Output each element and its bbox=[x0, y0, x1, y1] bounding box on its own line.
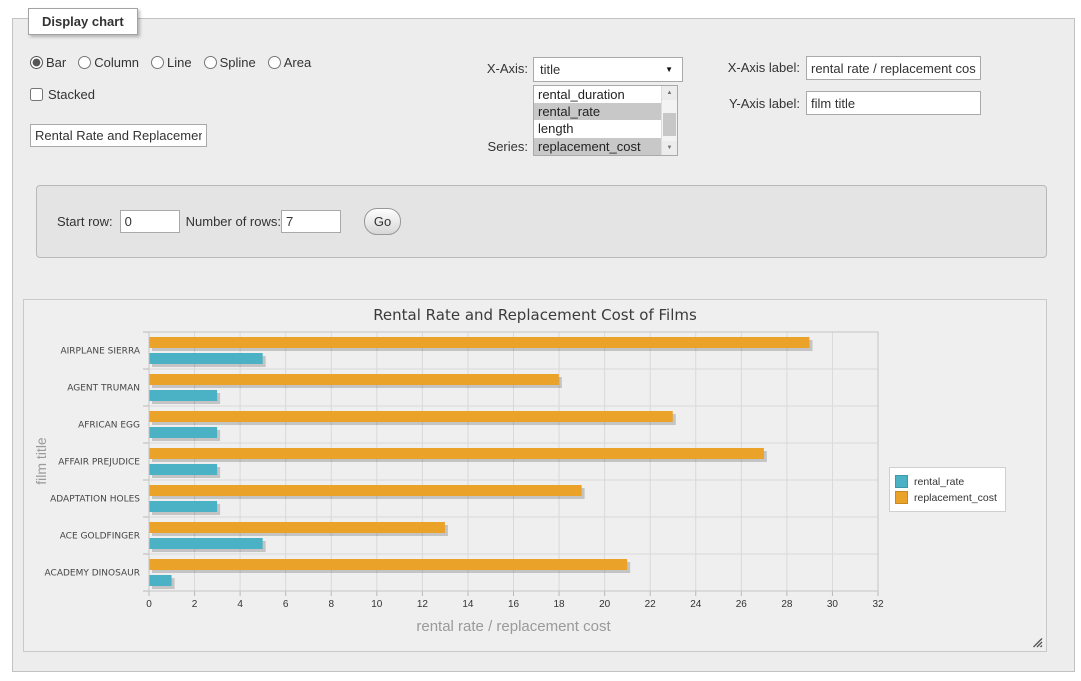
y-category-label: AFRICAN EGG bbox=[78, 421, 140, 431]
series-option-rental_rate[interactable]: rental_rate bbox=[534, 103, 661, 120]
x-tick-label: 32 bbox=[872, 599, 884, 610]
x-tick-label: 16 bbox=[508, 599, 520, 610]
chart-bar-rental_rate bbox=[149, 575, 172, 586]
series-multiselect[interactable]: rental_durationrental_ratelengthreplacem… bbox=[533, 85, 678, 156]
chart-y-axis-title: film title bbox=[33, 437, 49, 484]
legend-label: replacement_cost bbox=[914, 492, 997, 504]
chart-type-option-spline[interactable]: Spline bbox=[204, 55, 256, 70]
chart-bar-rental_rate bbox=[149, 464, 217, 475]
y-category-label: ACADEMY DINOSAUR bbox=[45, 569, 140, 579]
page: Display chart Bar Column Line Spline Area St… bbox=[0, 0, 1081, 681]
chart-type-radio-group: Bar Column Line Spline Area bbox=[30, 55, 319, 70]
start-row-input[interactable] bbox=[120, 210, 180, 233]
series-option-replacement_cost[interactable]: replacement_cost bbox=[534, 138, 661, 155]
x-axis-selected-value: title bbox=[540, 62, 560, 77]
radio-label: Column bbox=[94, 55, 139, 70]
x-tick-label: 28 bbox=[781, 599, 793, 610]
panel-legend: Display chart bbox=[28, 8, 138, 35]
go-button[interactable]: Go bbox=[364, 208, 401, 235]
stacked-checkbox[interactable] bbox=[30, 88, 43, 101]
chart-bar-replacement_cost bbox=[149, 374, 559, 385]
radio-bar[interactable] bbox=[30, 56, 43, 69]
chart-legend: rental_rate replacement_cost bbox=[889, 467, 1006, 512]
radio-line[interactable] bbox=[151, 56, 164, 69]
legend-swatch bbox=[895, 475, 908, 488]
radio-label: Spline bbox=[220, 55, 256, 70]
x-tick-label: 4 bbox=[237, 599, 243, 610]
chart-bar-replacement_cost bbox=[149, 559, 627, 570]
chart-bar-rental_rate bbox=[149, 390, 217, 401]
chart-bar-rental_rate bbox=[149, 501, 217, 512]
chart-title: Rental Rate and Replacement Cost of Film… bbox=[24, 306, 1046, 324]
chart-container: 02468101214161820222426283032AIRPLANE SI… bbox=[23, 299, 1047, 652]
chart-bar-replacement_cost bbox=[149, 448, 764, 459]
chart-type-option-column[interactable]: Column bbox=[78, 55, 139, 70]
y-category-label: AGENT TRUMAN bbox=[67, 384, 140, 394]
x-tick-label: 8 bbox=[328, 599, 334, 610]
x-tick-label: 30 bbox=[827, 599, 839, 610]
radio-label: Bar bbox=[46, 55, 66, 70]
series-option-rental_duration[interactable]: rental_duration bbox=[534, 86, 661, 103]
y-category-label: ACE GOLDFINGER bbox=[60, 532, 140, 542]
num-rows-label: Number of rows: bbox=[186, 214, 281, 229]
y-axis-label-label: Y-Axis label: bbox=[698, 96, 800, 111]
chart-x-axis-title: rental rate / replacement cost bbox=[149, 618, 878, 635]
chart-type-option-bar[interactable]: Bar bbox=[30, 55, 66, 70]
scrollbar-thumb[interactable] bbox=[663, 113, 676, 136]
y-category-label: AIRPLANE SIERRA bbox=[60, 347, 140, 357]
x-tick-label: 20 bbox=[599, 599, 611, 610]
x-tick-label: 0 bbox=[146, 599, 152, 610]
chart-bar-rental_rate bbox=[149, 353, 263, 364]
radio-area[interactable] bbox=[268, 56, 281, 69]
radio-label: Line bbox=[167, 55, 192, 70]
rows-form: Start row: Number of rows: Go bbox=[36, 185, 1047, 258]
y-axis-label-input[interactable] bbox=[806, 91, 981, 115]
radio-spline[interactable] bbox=[204, 56, 217, 69]
resize-handle-icon[interactable] bbox=[1032, 637, 1043, 648]
start-row-label: Start row: bbox=[57, 214, 113, 229]
x-tick-label: 10 bbox=[371, 599, 383, 610]
series-options: rental_durationrental_ratelengthreplacem… bbox=[534, 86, 661, 155]
chart-bar-replacement_cost bbox=[149, 522, 445, 533]
dropdown-arrow-icon: ▼ bbox=[665, 58, 673, 81]
legend-swatch bbox=[895, 491, 908, 504]
chart-type-option-line[interactable]: Line bbox=[151, 55, 192, 70]
x-tick-label: 6 bbox=[283, 599, 289, 610]
chart-bar-rental_rate bbox=[149, 427, 217, 438]
x-tick-label: 18 bbox=[554, 599, 566, 610]
radio-column[interactable] bbox=[78, 56, 91, 69]
y-category-label: ADAPTATION HOLES bbox=[50, 495, 140, 505]
x-axis-label-label: X-Axis label: bbox=[698, 60, 800, 75]
series-option-length[interactable]: length bbox=[534, 120, 661, 137]
series-label: Series: bbox=[430, 139, 528, 154]
x-axis-label: X-Axis: bbox=[430, 61, 528, 76]
legend-item-replacement_cost: replacement_cost bbox=[895, 491, 997, 504]
x-axis-label-input[interactable] bbox=[806, 56, 981, 80]
chart-title-input[interactable] bbox=[30, 124, 207, 147]
y-category-label: AFFAIR PREJUDICE bbox=[58, 458, 140, 468]
x-tick-label: 14 bbox=[462, 599, 474, 610]
stacked-checkbox-row[interactable]: Stacked bbox=[30, 87, 95, 102]
stacked-label: Stacked bbox=[48, 87, 95, 102]
chart-bar-rental_rate bbox=[149, 538, 263, 549]
chart-type-option-area[interactable]: Area bbox=[268, 55, 311, 70]
scroll-up-icon[interactable]: ▲ bbox=[662, 86, 677, 100]
chart-bar-replacement_cost bbox=[149, 485, 582, 496]
x-tick-label: 22 bbox=[645, 599, 657, 610]
chart-bar-replacement_cost bbox=[149, 337, 809, 348]
x-tick-label: 26 bbox=[736, 599, 748, 610]
legend-label: rental_rate bbox=[914, 476, 964, 488]
series-scrollbar[interactable]: ▲ ▼ bbox=[661, 86, 677, 155]
x-tick-label: 24 bbox=[690, 599, 702, 610]
scroll-down-icon[interactable]: ▼ bbox=[662, 141, 677, 155]
num-rows-input[interactable] bbox=[281, 210, 341, 233]
x-tick-label: 12 bbox=[417, 599, 429, 610]
x-axis-select[interactable]: title ▼ bbox=[533, 57, 683, 82]
legend-item-rental_rate: rental_rate bbox=[895, 475, 997, 488]
radio-label: Area bbox=[284, 55, 311, 70]
x-tick-label: 2 bbox=[192, 599, 198, 610]
chart-bar-replacement_cost bbox=[149, 411, 673, 422]
